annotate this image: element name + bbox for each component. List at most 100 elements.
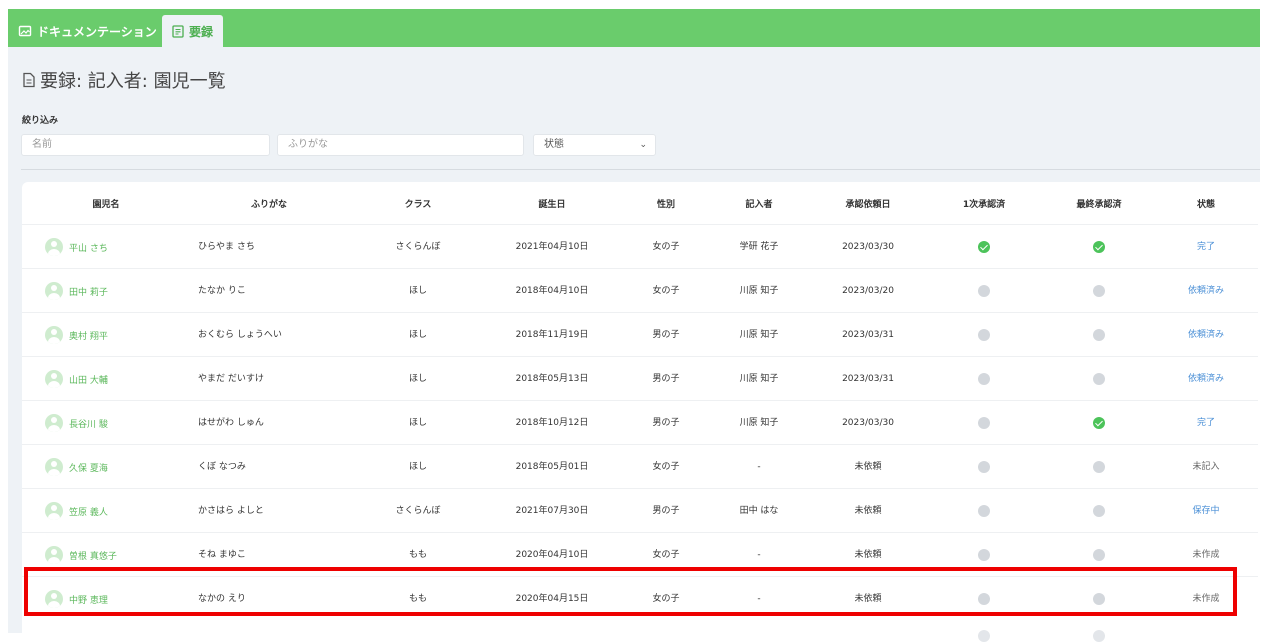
status-text: 未記入 bbox=[1192, 462, 1220, 472]
status-link[interactable]: 依頼済み bbox=[1188, 357, 1224, 401]
first-approval-pending-icon bbox=[978, 593, 990, 605]
writer-cell: 川原 知子 bbox=[739, 418, 779, 428]
child-name-link[interactable]: 中野 恵理 bbox=[45, 577, 108, 621]
table-row[interactable]: 長谷川 駿 はせがわ しゅん ほし 2018年10月12日 男の子 川原 知子 2023/0… bbox=[22, 400, 1258, 445]
final-approval-pending-icon bbox=[1093, 373, 1105, 385]
final-approval-pending-icon bbox=[1093, 593, 1105, 605]
table-row[interactable]: 中野 恵理 なかの えり もも 2020年04月15日 女の子 - 未依頼 未作成 bbox=[22, 576, 1258, 621]
gender-cell: 女の子 bbox=[652, 594, 680, 604]
birthday-cell: 2018年05月01日 bbox=[515, 462, 589, 472]
partial-row-indicator bbox=[978, 630, 990, 642]
tab-documentation-label: ドキュメンテーション bbox=[37, 24, 157, 39]
status-link[interactable]: 完了 bbox=[1197, 401, 1215, 445]
final-approval-pending-icon bbox=[1093, 505, 1105, 517]
kana-cell: おくむら しょうへい bbox=[198, 330, 282, 340]
gender-cell: 女の子 bbox=[652, 462, 680, 472]
header-status[interactable]: 状態 bbox=[1197, 197, 1215, 210]
child-name: 中野 恵理 bbox=[69, 595, 108, 606]
top-nav-bar: ドキュメンテーション 要録 bbox=[8, 9, 1260, 47]
first-approval-pending-icon bbox=[978, 417, 990, 429]
child-name: 平山 さち bbox=[69, 243, 108, 254]
class-cell: もも bbox=[408, 550, 428, 560]
tab-documentation[interactable]: ドキュメンテーション bbox=[18, 15, 157, 47]
child-name-link[interactable]: 平山 さち bbox=[45, 225, 108, 269]
table-row[interactable]: 山田 大輔 やまだ だいすけ ほし 2018年05月13日 男の子 川原 知子 2023/0… bbox=[22, 356, 1258, 401]
child-name-link[interactable]: 長谷川 駿 bbox=[45, 401, 108, 445]
avatar-icon bbox=[45, 414, 63, 432]
writer-cell: - bbox=[757, 594, 761, 604]
class-cell: ほし bbox=[408, 418, 428, 428]
state-filter-value: 状態 bbox=[544, 139, 564, 150]
header-first-approved[interactable]: 1次承認済 bbox=[963, 197, 1005, 210]
child-name: 長谷川 駿 bbox=[69, 419, 108, 430]
partial-row-indicator bbox=[1093, 630, 1105, 642]
birthday-cell: 2018年10月12日 bbox=[515, 418, 589, 428]
final-approval-pending-icon bbox=[1093, 285, 1105, 297]
child-name: 笠原 義人 bbox=[69, 507, 108, 518]
kana-cell: ひらやま さち bbox=[198, 242, 255, 252]
child-name-link[interactable]: 田中 莉子 bbox=[45, 269, 108, 313]
header-request-date[interactable]: 承認依頼日 bbox=[845, 197, 890, 210]
child-name-link[interactable]: 奥村 翔平 bbox=[45, 313, 108, 357]
status-link[interactable]: 完了 bbox=[1197, 225, 1215, 269]
writer-cell: 田中 はな bbox=[739, 506, 779, 516]
writer-cell: 川原 知子 bbox=[739, 286, 779, 296]
class-cell: ほし bbox=[408, 374, 428, 384]
table-row[interactable]: 奥村 翔平 おくむら しょうへい ほし 2018年11月19日 男の子 川原 知子 2023… bbox=[22, 312, 1258, 357]
birthday-cell: 2020年04月15日 bbox=[515, 594, 589, 604]
class-cell: ほし bbox=[408, 330, 428, 340]
birthday-cell: 2018年04月10日 bbox=[515, 286, 589, 296]
table-row[interactable]: 平山 さち ひらやま さち さくらんぼ 2021年04月10日 女の子 学研 花子 2023… bbox=[22, 224, 1258, 269]
request-date-cell: 未依頼 bbox=[854, 506, 882, 516]
status-link[interactable]: 依頼済み bbox=[1188, 269, 1224, 313]
name-filter-input[interactable]: 名前 bbox=[21, 134, 270, 156]
table-row[interactable]: 笠原 義人 かさはら よしと さくらんぼ 2021年07月30日 男の子 田中 はな 未依頼… bbox=[22, 488, 1258, 533]
kana-cell: はせがわ しゅん bbox=[198, 418, 264, 428]
header-name[interactable]: 園児名 bbox=[92, 197, 119, 210]
final-approval-pending-icon bbox=[1093, 461, 1105, 473]
tab-youroku[interactable]: 要録 bbox=[162, 15, 223, 47]
birthday-cell: 2021年04月10日 bbox=[515, 242, 589, 252]
avatar-icon bbox=[45, 282, 63, 300]
kana-filter-input[interactable]: ふりがな bbox=[277, 134, 524, 156]
birthday-cell: 2021年07月30日 bbox=[515, 506, 589, 516]
header-kana[interactable]: ふりがな bbox=[251, 197, 287, 210]
child-name-link[interactable]: 久保 夏海 bbox=[45, 445, 108, 489]
status-text: 未作成 bbox=[1192, 594, 1220, 604]
header-writer[interactable]: 記入者 bbox=[745, 197, 772, 210]
final-approval-check-icon bbox=[1093, 241, 1105, 253]
request-date-cell: 2023/03/30 bbox=[842, 242, 894, 252]
state-filter-select[interactable]: 状態 ⌄ bbox=[533, 134, 656, 156]
kana-cell: なかの えり bbox=[198, 594, 246, 604]
header-class[interactable]: クラス bbox=[405, 197, 432, 210]
gallery-icon bbox=[18, 25, 32, 37]
kana-cell: かさはら よしと bbox=[198, 506, 264, 516]
table-row[interactable]: 田中 莉子 たなか りこ ほし 2018年04月10日 女の子 川原 知子 2023/03/… bbox=[22, 268, 1258, 313]
status-link[interactable]: 保存中 bbox=[1192, 489, 1219, 533]
writer-cell: - bbox=[757, 462, 761, 472]
first-approval-check-icon bbox=[978, 241, 990, 253]
status-link[interactable]: 依頼済み bbox=[1188, 313, 1224, 357]
child-name-link[interactable]: 山田 大輔 bbox=[45, 357, 108, 401]
class-cell: ほし bbox=[408, 286, 428, 296]
request-date-cell: 未依頼 bbox=[854, 550, 882, 560]
first-approval-pending-icon bbox=[978, 329, 990, 341]
kana-cell: そね まゆこ bbox=[198, 550, 246, 560]
final-approval-check-icon bbox=[1093, 417, 1105, 429]
writer-cell: - bbox=[757, 550, 761, 560]
child-name: 久保 夏海 bbox=[69, 463, 108, 474]
table-row[interactable]: 曽根 真悠子 そね まゆこ もも 2020年04月10日 女の子 - 未依頼 未作成 bbox=[22, 532, 1258, 577]
avatar-icon bbox=[45, 370, 63, 388]
table-row[interactable]: 久保 夏海 くぼ なつみ ほし 2018年05月01日 女の子 - 未依頼 未記入 bbox=[22, 444, 1258, 489]
gender-cell: 男の子 bbox=[652, 330, 680, 340]
header-birthday[interactable]: 誕生日 bbox=[538, 197, 565, 210]
file-icon bbox=[23, 72, 35, 88]
first-approval-pending-icon bbox=[978, 549, 990, 561]
header-gender[interactable]: 性別 bbox=[657, 197, 675, 210]
class-cell: もも bbox=[408, 594, 428, 604]
child-name-link[interactable]: 笠原 義人 bbox=[45, 489, 108, 533]
header-final-approved[interactable]: 最終承認済 bbox=[1076, 197, 1121, 210]
child-name-link[interactable]: 曽根 真悠子 bbox=[45, 533, 117, 577]
avatar-icon bbox=[45, 458, 63, 476]
writer-cell: 学研 花子 bbox=[739, 242, 779, 252]
